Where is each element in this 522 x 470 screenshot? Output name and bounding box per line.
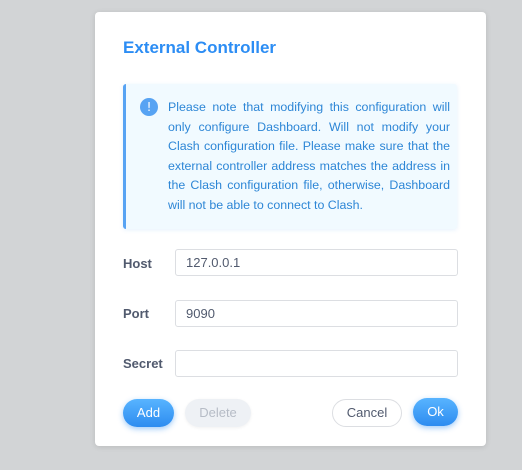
- secret-label: Secret: [123, 356, 163, 371]
- cancel-button[interactable]: Cancel: [332, 399, 402, 427]
- host-input[interactable]: [175, 249, 458, 276]
- dialog-title: External Controller: [123, 38, 277, 57]
- port-input[interactable]: [175, 300, 458, 327]
- secret-input[interactable]: [175, 350, 458, 377]
- port-label: Port: [123, 306, 149, 321]
- add-button[interactable]: Add: [123, 399, 174, 427]
- info-icon: !: [140, 98, 158, 116]
- external-controller-dialog: External Controller ! Please note that m…: [95, 12, 486, 446]
- delete-button[interactable]: Delete: [185, 399, 251, 427]
- host-label: Host: [123, 256, 152, 271]
- notice-text: Please note that modifying this configur…: [168, 100, 450, 212]
- ok-button[interactable]: Ok: [413, 398, 458, 426]
- info-notice: ! Please note that modifying this config…: [123, 84, 457, 229]
